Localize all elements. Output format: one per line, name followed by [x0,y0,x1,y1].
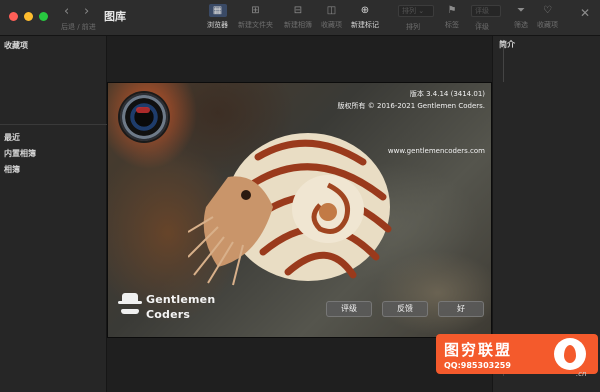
lens-highlight [136,107,150,113]
sidebar-divider [0,124,107,125]
new-tag-button[interactable]: ⊕ 新建标记 [351,4,379,30]
favorite-heart-button[interactable]: ♡ 收藏项 [537,4,558,30]
about-dialog: 版本 3.4.14 (3414.01) 版权所有 © 2016-2021 Gen… [107,82,492,338]
browser-icon: ▦ [208,4,227,17]
filter-button[interactable]: ⏷ 筛选 [512,4,530,30]
favorite-heart-label: 收藏项 [537,21,558,29]
mustache-icon [121,309,139,314]
rating-select-value: 评级 [475,7,489,15]
favorites-label: 收藏项 [321,21,342,29]
window-title: 图库 [104,10,126,23]
hat-brim-icon [118,301,142,304]
nav-label: 后退 / 前进 [61,23,96,31]
watermark-name: 图穷联盟 [444,341,513,359]
version-text: 版本 3.4.14 (3414.01) [409,90,485,98]
new-album-button[interactable]: ⊟ 新建相簿 [284,4,312,30]
browser-button[interactable]: ▦ 浏览器 [207,4,228,30]
new-folder-button[interactable]: ⊞ 新建文件夹 [238,4,273,30]
minimize-window-button[interactable] [24,12,33,21]
watermark-suffix: .cn [576,370,587,378]
new-folder-label: 新建文件夹 [238,21,273,29]
new-album-label: 新建相簿 [284,21,312,29]
rating-select[interactable]: 评级 ⌄ [471,5,501,25]
favorites-button[interactable]: ◫ 收藏项 [321,4,342,30]
rating-label-wrap: 评级 [475,20,489,32]
brand-name-line1: Gentlemen [146,293,216,306]
copyright-text: 版权所有 © 2016-2021 Gentlemen Coders. [337,102,485,110]
browser-button-label: 浏览器 [207,21,228,29]
camera-lens-logo [120,93,168,141]
brand-name-line2: Coders [146,308,191,321]
watermark-qq: QQ:985303259 [444,361,511,370]
new-tag-icon: ⊕ [360,5,370,16]
feedback-button[interactable]: 反馈 [382,301,428,317]
filter-icon: ⏷ [517,5,525,16]
favorites-icon: ◫ [326,5,337,16]
rating-label: 评级 [475,23,489,31]
sidebar: 收藏项 最近 内置相簿 相簿 [0,36,107,392]
sort-select-value: 排列 [402,7,416,15]
sidebar-item-favorites[interactable]: 收藏项 [4,40,28,51]
back-arrow-icon[interactable]: ‹ [64,4,69,19]
sort-label: 排列 [406,23,420,31]
flag-icon: ⚑ [447,5,457,16]
zoom-window-button[interactable] [39,12,48,21]
new-album-icon: ⊟ [293,5,303,16]
flame-logo-icon [554,338,586,370]
filter-label: 筛选 [514,21,528,29]
nautilus-shell-image [188,133,392,286]
flag-label: 标签 [445,21,459,29]
forward-arrow-icon[interactable]: › [84,4,89,19]
watermark: 图穷联盟 QQ:985303259 .cn [436,334,598,384]
new-tag-label: 新建标记 [351,21,379,29]
sidebar-item-albums[interactable]: 相簿 [4,164,20,175]
sort-label-wrap: 排列 [406,20,420,32]
rate-button[interactable]: 评级 [326,301,372,317]
ok-button[interactable]: 好 [438,301,484,317]
info-divider [503,46,504,82]
close-window-button[interactable] [9,12,18,21]
sidebar-item-builtin-albums[interactable]: 内置相簿 [4,148,36,159]
new-folder-icon: ⊞ [251,5,260,16]
app-window: ‹ › 后退 / 前进 图库 ▦ 浏览器 ⊞ 新建文件夹 ⊟ 新建相簿 ◫ 收藏… [0,0,600,392]
website-link[interactable]: www.gentlemencoders.com [388,147,485,155]
sort-select[interactable]: 排列 ⌄ [398,5,434,17]
info-panel-title: 简介 [499,40,515,49]
sidebar-item-recent[interactable]: 最近 [4,132,20,143]
close-icon[interactable]: ✕ [580,6,590,20]
toolbar: ‹ › 后退 / 前进 图库 ▦ 浏览器 ⊞ 新建文件夹 ⊟ 新建相簿 ◫ 收藏… [0,0,600,36]
flag-button[interactable]: ⚑ 标签 [443,4,461,30]
heart-icon: ♡ [543,5,552,16]
